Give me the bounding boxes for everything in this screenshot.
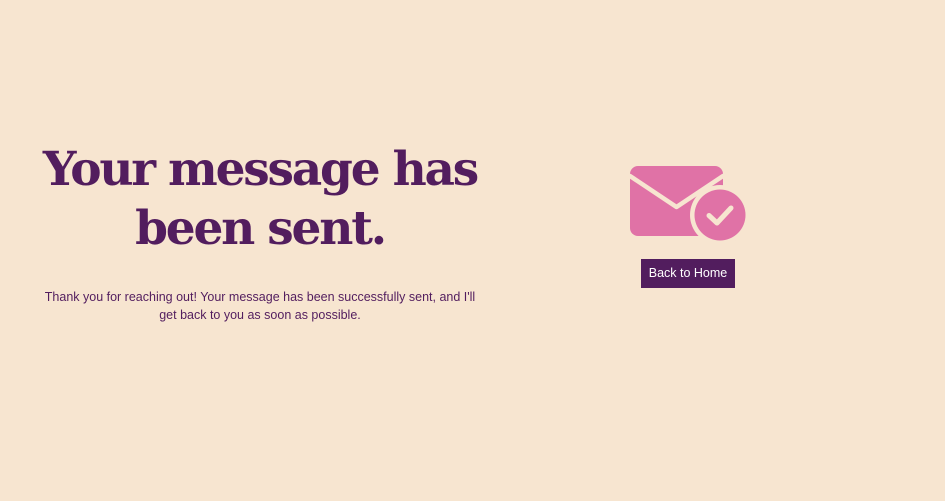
confirmation-text-block: Your message has been sent. Thank you fo… — [40, 140, 480, 324]
back-to-home-button[interactable]: Back to Home — [641, 259, 735, 288]
confirmation-page: Your message has been sent. Thank you fo… — [0, 0, 945, 501]
confirmation-action-block: Back to Home — [627, 162, 749, 288]
envelope-check-icon — [627, 166, 749, 245]
page-title: Your message has been sent. — [42, 142, 479, 256]
confirmation-message: Thank you for reaching out! Your message… — [44, 290, 476, 322]
